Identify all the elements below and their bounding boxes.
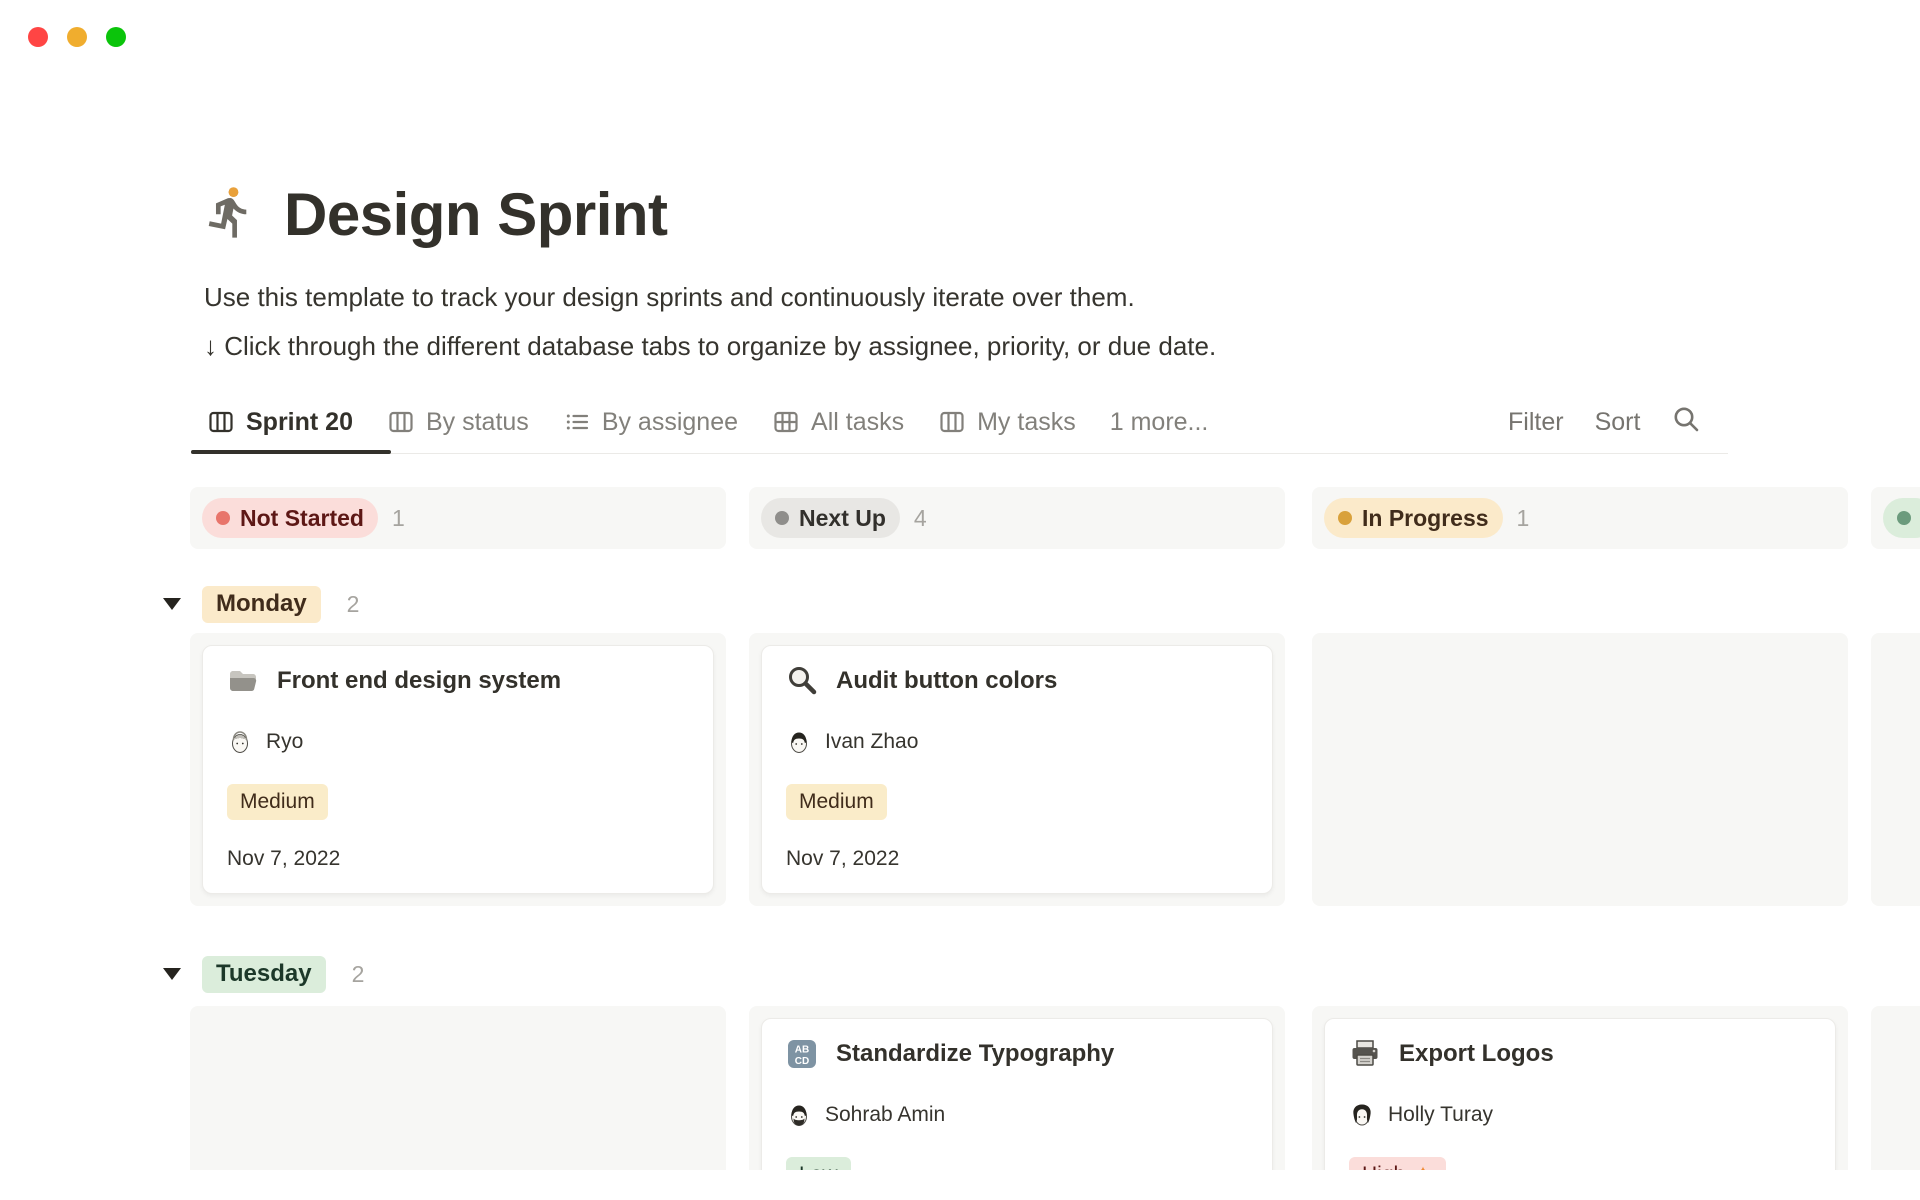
table-icon: [772, 408, 800, 436]
tab-label: 1 more...: [1110, 408, 1209, 437]
magnifier-icon: [786, 665, 818, 697]
folder-icon: [227, 665, 259, 697]
printer-icon: [1349, 1038, 1381, 1070]
design-sprint-window: Design Sprint Use this template to track…: [0, 0, 1920, 1200]
page-hint: ↓ Click through the different database t…: [204, 331, 1216, 362]
status-pill: In Progress: [1324, 498, 1503, 538]
board-cell-monday-in-progress: [1312, 633, 1848, 906]
board-cell-monday-partial: [1871, 633, 1920, 906]
avatar-ryo: [227, 729, 253, 755]
card-title-row: Export Logos: [1349, 1035, 1811, 1073]
status-pill: [1883, 498, 1920, 538]
card-title-row: ABCD Standardize Typography: [786, 1035, 1248, 1073]
assignee-name: Sohrab Amin: [825, 1103, 945, 1127]
list-icon: [563, 408, 591, 436]
card-title: Audit button colors: [836, 667, 1057, 695]
task-card-audit-button-colors[interactable]: Audit button colors Ivan Zhao Medium Nov…: [761, 645, 1273, 894]
group-count: 2: [352, 961, 365, 988]
tab-my-tasks[interactable]: My tasks: [938, 408, 1076, 437]
due-date: Nov 7, 2022: [786, 846, 1248, 872]
card-assignee-row: Ryo: [227, 726, 689, 758]
card-assignee-row: Holly Turay: [1349, 1099, 1811, 1131]
group-count: 2: [347, 591, 360, 618]
page-header: Design Sprint: [202, 180, 668, 249]
board-cell-monday-next-up: Audit button colors Ivan Zhao Medium Nov…: [749, 633, 1285, 906]
tab-label: My tasks: [977, 408, 1076, 437]
close-window-button[interactable]: [28, 27, 48, 47]
group-badge[interactable]: Monday: [202, 586, 321, 623]
task-card-front-end-design-system[interactable]: Front end design system Ryo Medium Nov 7…: [202, 645, 714, 894]
collapse-triangle-icon[interactable]: [163, 968, 181, 980]
group-header-tuesday: Tuesday 2: [163, 955, 364, 993]
svg-text:AB: AB: [795, 1045, 809, 1056]
board-icon: [387, 408, 415, 436]
board-icon: [938, 408, 966, 436]
column-count: 1: [392, 505, 405, 532]
group-header-monday: Monday 2: [163, 585, 359, 623]
maximize-window-button[interactable]: [106, 27, 126, 47]
status-label: In Progress: [1362, 505, 1489, 532]
status-label: Next Up: [799, 505, 886, 532]
status-pill: Next Up: [761, 498, 900, 538]
assignee-name: Ryo: [266, 730, 303, 754]
group-badge[interactable]: Tuesday: [202, 956, 326, 993]
view-tabs: Sprint 20 By status By assignee All task…: [207, 402, 1208, 442]
status-dot-icon: [1897, 511, 1911, 525]
status-dot-icon: [1338, 511, 1352, 525]
column-count: 1: [1517, 505, 1530, 532]
tab-label: By status: [426, 408, 529, 437]
view-actions: Filter Sort: [1508, 402, 1701, 442]
status-pill: Not Started: [202, 498, 378, 538]
tabs-divider: [191, 453, 1728, 454]
card-assignee-row: Sohrab Amin: [786, 1099, 1248, 1131]
minimize-window-button[interactable]: [67, 27, 87, 47]
tab-label: By assignee: [602, 408, 738, 437]
collapse-triangle-icon[interactable]: [163, 598, 181, 610]
page-title: Design Sprint: [284, 180, 668, 249]
bottom-whitespace: [0, 1170, 1920, 1200]
card-title: Standardize Typography: [836, 1040, 1114, 1068]
column-header-in-progress[interactable]: In Progress 1: [1312, 487, 1848, 549]
column-header-partial[interactable]: [1871, 487, 1920, 549]
tab-sprint-20[interactable]: Sprint 20: [207, 408, 353, 437]
tab-label: All tasks: [811, 408, 904, 437]
tab-all-tasks[interactable]: All tasks: [772, 408, 904, 437]
priority-label: Medium: [240, 790, 315, 814]
status-dot-icon: [775, 511, 789, 525]
column-header-next-up[interactable]: Next Up 4: [749, 487, 1285, 549]
card-title-row: Front end design system: [227, 662, 689, 700]
tab-by-assignee[interactable]: By assignee: [563, 408, 738, 437]
avatar-sohrab-amin: [786, 1102, 812, 1128]
priority-badge: Medium: [786, 784, 887, 820]
priority-badge: Medium: [227, 784, 328, 820]
sort-button[interactable]: Sort: [1595, 408, 1641, 437]
abcd-icon: ABCD: [786, 1038, 818, 1070]
avatar-ivan-zhao: [786, 729, 812, 755]
svg-text:CD: CD: [795, 1056, 809, 1067]
avatar-holly-turay: [1349, 1102, 1375, 1128]
active-tab-underline: [191, 450, 391, 454]
board-icon: [207, 408, 235, 436]
priority-label: Medium: [799, 790, 874, 814]
status-dot-icon: [216, 511, 230, 525]
runner-emoji: [202, 184, 258, 245]
status-label: Not Started: [240, 505, 364, 532]
assignee-name: Holly Turay: [1388, 1103, 1493, 1127]
search-icon[interactable]: [1671, 404, 1701, 441]
due-date: Nov 7, 2022: [227, 846, 689, 872]
column-count: 4: [914, 505, 927, 532]
tab-more-views[interactable]: 1 more...: [1110, 408, 1209, 437]
filter-button[interactable]: Filter: [1508, 408, 1564, 437]
card-title: Front end design system: [277, 667, 561, 695]
tab-label: Sprint 20: [246, 408, 353, 437]
assignee-name: Ivan Zhao: [825, 730, 918, 754]
card-title-row: Audit button colors: [786, 662, 1248, 700]
board-cell-monday-not-started: Front end design system Ryo Medium Nov 7…: [190, 633, 726, 906]
tab-by-status[interactable]: By status: [387, 408, 529, 437]
page-description: Use this template to track your design s…: [204, 282, 1135, 313]
column-header-not-started[interactable]: Not Started 1: [190, 487, 726, 549]
card-title: Export Logos: [1399, 1040, 1554, 1068]
card-assignee-row: Ivan Zhao: [786, 726, 1248, 758]
